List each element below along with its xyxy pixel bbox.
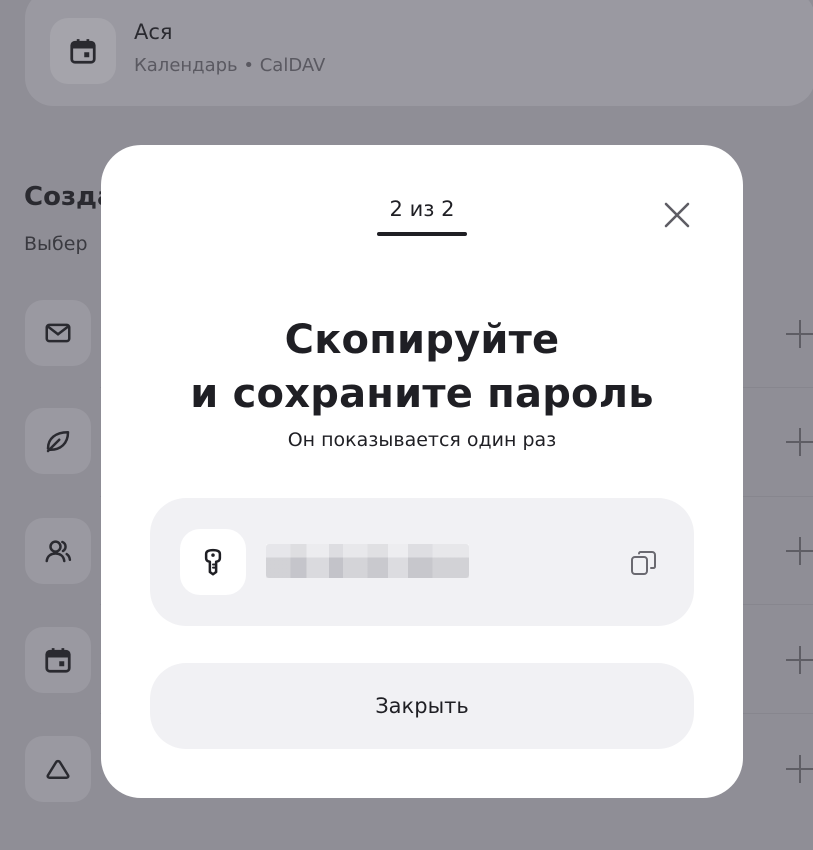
account-card-icon-box [50, 18, 116, 84]
step-indicator: 2 из 2 [389, 197, 455, 221]
mail-icon [45, 323, 71, 343]
close-icon [664, 202, 690, 228]
close-dialog-button[interactable] [659, 197, 695, 233]
row-leaf[interactable] [25, 408, 91, 474]
add-plus-icon[interactable] [786, 755, 813, 783]
row-contacts[interactable] [25, 518, 91, 584]
dialog-title-line-2: и сохраните пароль [190, 371, 654, 417]
add-plus-icon[interactable] [786, 646, 813, 674]
dialog-title-line-1: Скопируйте [284, 317, 560, 363]
row-cloud-drive[interactable] [25, 736, 91, 802]
account-type: Календарь • CalDAV [134, 55, 326, 76]
calendar-icon [70, 39, 96, 64]
section-subheading: Выбер [24, 233, 88, 255]
leaf-icon [46, 431, 70, 453]
key-icon-box [180, 529, 246, 595]
add-plus-icon[interactable] [786, 320, 813, 348]
password-value-hidden[interactable] [266, 544, 469, 578]
account-name: Ася [134, 20, 173, 44]
dialog-title: Скопируйте и сохраните пароль [101, 313, 743, 421]
calendar-icon [45, 648, 71, 673]
key-icon [204, 548, 222, 576]
account-card[interactable] [25, 0, 813, 106]
step-progress-bar [377, 232, 467, 236]
row-mail[interactable] [25, 300, 91, 366]
add-plus-icon[interactable] [786, 537, 813, 565]
add-plus-icon[interactable] [786, 428, 813, 456]
password-dialog: 2 из 2 Скопируйте и сохраните пароль Он … [101, 145, 743, 798]
password-field [150, 498, 694, 626]
dialog-subtitle: Он показывается один раз [287, 429, 557, 451]
close-button[interactable]: Закрыть [150, 663, 694, 749]
copy-password-button[interactable] [628, 547, 660, 579]
row-calendar[interactable] [25, 627, 91, 693]
cloud-drive-icon [46, 759, 70, 779]
contacts-icon [45, 540, 72, 563]
copy-icon [631, 551, 656, 575]
